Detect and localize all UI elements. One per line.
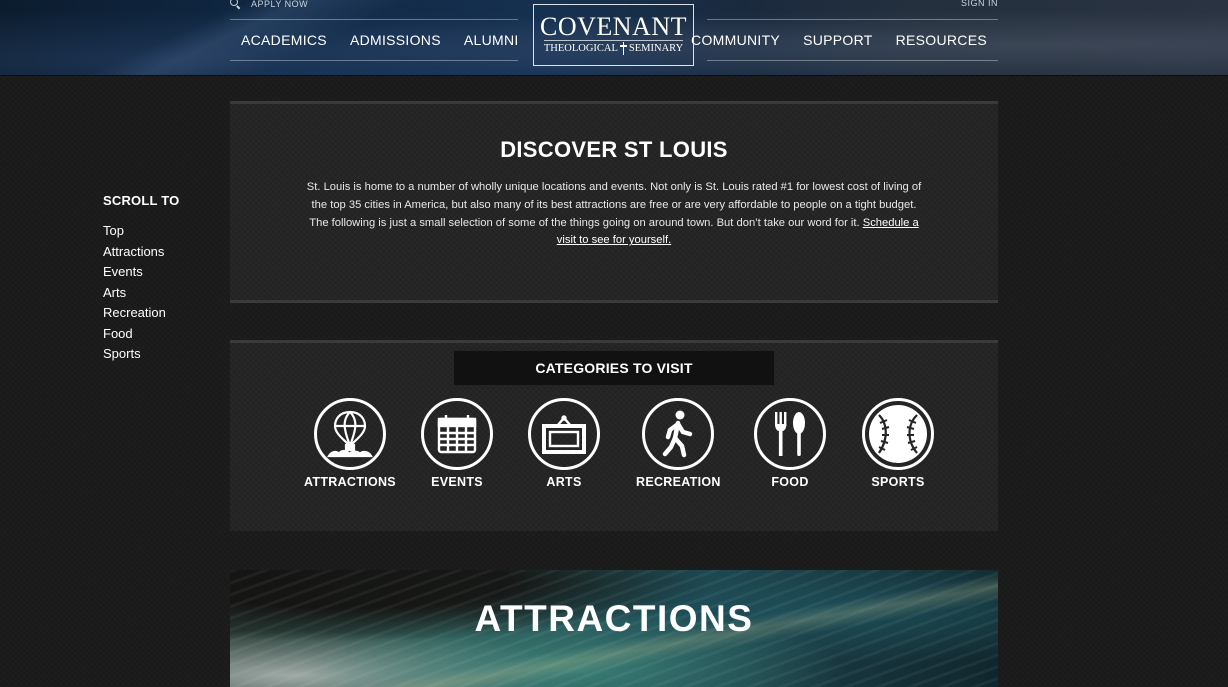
- cross-icon: [619, 42, 627, 55]
- nav-alumni[interactable]: ALUMNI: [464, 32, 519, 48]
- scroll-to-top[interactable]: Top: [103, 221, 179, 242]
- scroll-to-sports[interactable]: Sports: [103, 344, 179, 365]
- logo-title: COVENANT: [540, 12, 687, 41]
- sign-in-link[interactable]: SIGN IN: [961, 0, 998, 8]
- primary-nav-left: ACADEMICS ADMISSIONS ALUMNI: [230, 19, 518, 61]
- nav-support[interactable]: SUPPORT: [803, 32, 873, 48]
- baseball-icon[interactable]: [862, 398, 934, 470]
- attractions-section-title: ATTRACTIONS: [474, 598, 754, 639]
- intro-text: St. Louis is home to a number of wholly …: [304, 179, 924, 250]
- category-sports-label[interactable]: SPORTS: [871, 475, 924, 489]
- apply-now-link[interactable]: APPLY NOW: [230, 0, 308, 9]
- categories-panel: CATEGORIES TO VISIT ATTRACTIONS EVENTS A…: [230, 340, 998, 531]
- category-recreation-label[interactable]: RECREATION: [636, 475, 721, 489]
- picture-frame-icon[interactable]: [528, 398, 600, 470]
- category-arts[interactable]: ARTS: [528, 398, 600, 489]
- apply-now-label[interactable]: APPLY NOW: [251, 0, 308, 9]
- nav-resources[interactable]: RESOURCES: [896, 32, 987, 48]
- site-header: APPLY NOW SIGN IN ACADEMICS ADMISSIONS A…: [0, 0, 1228, 76]
- category-recreation[interactable]: RECREATION: [636, 398, 721, 489]
- search-icon[interactable]: [230, 0, 241, 9]
- category-attractions-label[interactable]: ATTRACTIONS: [304, 475, 396, 489]
- logo-sub-left: THEOLOGICAL: [543, 43, 618, 54]
- scroll-to-list: Top Attractions Events Arts Recreation F…: [103, 221, 179, 365]
- category-sports[interactable]: SPORTS: [862, 398, 934, 489]
- category-events-label[interactable]: EVENTS: [431, 475, 483, 489]
- category-food[interactable]: FOOD: [754, 398, 826, 489]
- attractions-banner: ATTRACTIONS: [230, 570, 998, 687]
- logo-subtitle: THEOLOGICAL SEMINARY: [543, 40, 684, 55]
- scroll-to-nav: SCROLL TO Top Attractions Events Arts Re…: [103, 193, 179, 365]
- hot-air-balloon-icon[interactable]: [313, 398, 386, 470]
- category-food-label[interactable]: FOOD: [771, 475, 808, 489]
- walking-person-icon[interactable]: [642, 398, 715, 470]
- nav-academics[interactable]: ACADEMICS: [241, 32, 327, 48]
- scroll-to-attractions[interactable]: Attractions: [103, 242, 179, 263]
- fork-spoon-icon[interactable]: [754, 398, 826, 470]
- intro-body: St. Louis is home to a number of wholly …: [306, 181, 922, 229]
- scroll-to-events[interactable]: Events: [103, 262, 179, 283]
- scroll-to-food[interactable]: Food: [103, 324, 179, 345]
- category-arts-label[interactable]: ARTS: [546, 475, 581, 489]
- scroll-to-heading: SCROLL TO: [103, 193, 180, 208]
- category-events[interactable]: EVENTS: [421, 398, 493, 489]
- categories-title: CATEGORIES TO VISIT: [454, 351, 774, 385]
- site-logo[interactable]: COVENANT THEOLOGICAL SEMINARY: [533, 4, 694, 66]
- logo-sub-right: SEMINARY: [628, 43, 684, 54]
- intro-panel: DISCOVER ST LOUIS St. Louis is home to a…: [230, 101, 998, 303]
- scroll-to-recreation[interactable]: Recreation: [103, 303, 179, 324]
- primary-nav-right: COMMUNITY SUPPORT RESOURCES: [691, 19, 998, 61]
- nav-admissions[interactable]: ADMISSIONS: [350, 32, 441, 48]
- page-title: DISCOVER ST LOUIS: [500, 137, 728, 162]
- category-attractions[interactable]: ATTRACTIONS: [304, 398, 396, 489]
- calendar-icon[interactable]: [421, 398, 493, 470]
- scroll-to-arts[interactable]: Arts: [103, 283, 179, 304]
- nav-community[interactable]: COMMUNITY: [691, 32, 780, 48]
